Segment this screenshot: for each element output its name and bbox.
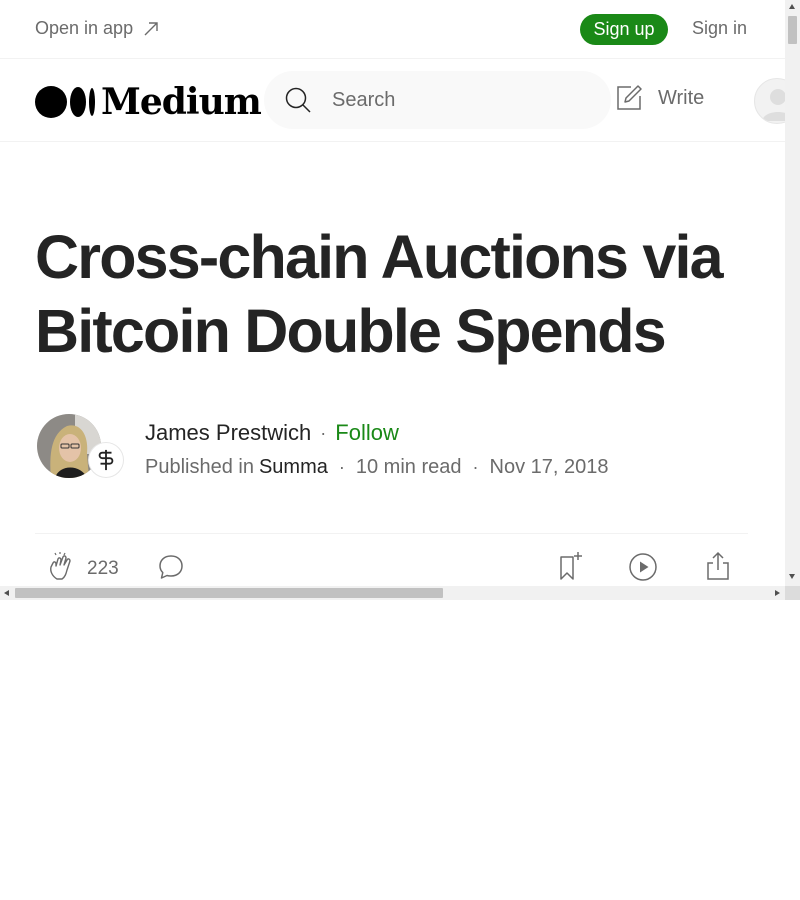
sign-in-label: Sign in	[692, 18, 748, 38]
share-icon[interactable]	[703, 551, 733, 581]
site-header: Medium Write	[0, 59, 785, 142]
clap-count: 223	[87, 558, 119, 579]
separator-dot: ·	[472, 457, 479, 477]
medium-logo-text: Medium	[101, 81, 262, 123]
page-content: Open in app Sign up Sign in Medium Searc…	[0, 0, 785, 586]
medium-logo[interactable]: Medium	[35, 81, 262, 123]
user-icon	[762, 89, 785, 121]
user-avatar-button[interactable]	[754, 78, 785, 124]
sign-up-button[interactable]: Sign up	[580, 14, 668, 45]
read-time: 10 min read	[355, 456, 462, 478]
scroll-right-arrow-icon[interactable]	[775, 589, 780, 596]
follow-button[interactable]: Follow	[335, 420, 399, 446]
author-line: James Prestwich · Follow	[145, 420, 399, 446]
horizontal-scrollbar[interactable]	[0, 586, 785, 600]
article-action-bar: 223	[35, 548, 748, 586]
bookmark-icon[interactable]	[555, 551, 585, 581]
scroll-left-arrow-icon[interactable]	[4, 589, 9, 596]
write-icon	[617, 85, 642, 110]
publish-date: Nov 17, 2018	[489, 456, 609, 478]
comment-icon[interactable]	[157, 553, 185, 581]
open-in-app-label: Open in app	[35, 18, 134, 38]
article-title: Cross-chain Auctions via Bitcoin Double …	[35, 223, 724, 365]
write-label: Write	[658, 86, 705, 109]
horizontal-scroll-thumb[interactable]	[15, 588, 443, 598]
top-banner: Open in app Sign up Sign in	[0, 0, 785, 59]
search-input[interactable]	[332, 88, 572, 112]
publication-avatar[interactable]	[89, 443, 123, 477]
publication-link[interactable]: Summa	[259, 456, 328, 479]
search-icon	[285, 87, 311, 113]
sign-in-link[interactable]: Sign in	[692, 18, 747, 39]
separator-dot: ·	[338, 457, 345, 477]
article-meta: Published in Summa · 10 min read · Nov 1…	[145, 456, 608, 479]
write-button[interactable]: Write	[614, 83, 704, 113]
vertical-scroll-thumb[interactable]	[788, 16, 797, 44]
external-arrow-icon	[144, 21, 158, 35]
separator-dot: ·	[320, 422, 327, 443]
divider	[35, 533, 748, 534]
open-in-app-link[interactable]: Open in app	[35, 18, 159, 39]
clap-icon[interactable]	[47, 552, 77, 582]
author-name-link[interactable]: James Prestwich	[145, 420, 311, 446]
play-icon[interactable]	[628, 552, 658, 582]
publication-logo-icon	[98, 449, 114, 471]
published-in-label: Published in	[145, 456, 254, 478]
scroll-down-arrow-icon[interactable]	[789, 574, 795, 579]
scrollbar-corner	[785, 586, 800, 600]
vertical-scrollbar[interactable]	[785, 0, 800, 586]
scroll-up-arrow-icon[interactable]	[789, 4, 795, 9]
sign-up-label: Sign up	[593, 19, 655, 39]
medium-logo-mark-icon	[35, 86, 95, 118]
search-box[interactable]	[264, 71, 611, 129]
browser-viewport: Open in app Sign up Sign in Medium Searc…	[0, 0, 800, 600]
